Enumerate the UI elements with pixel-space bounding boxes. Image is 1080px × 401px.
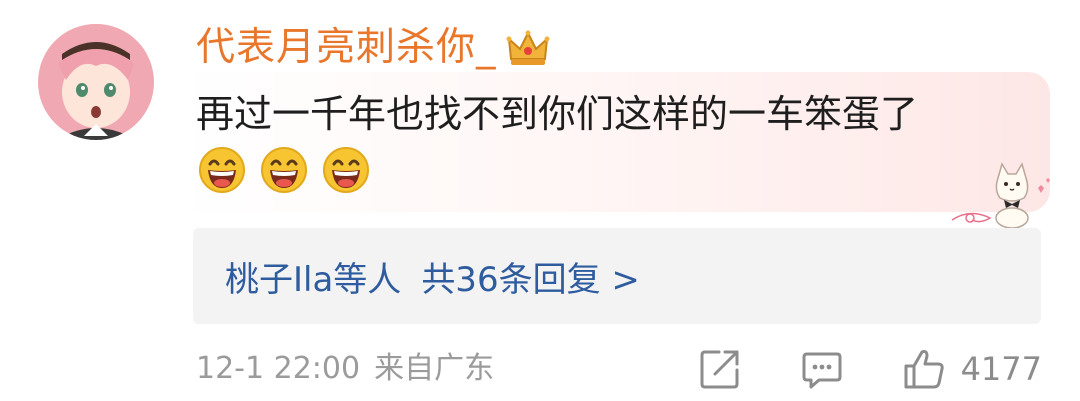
- like-thumb-icon[interactable]: [901, 346, 947, 392]
- share-icon[interactable]: [697, 346, 743, 392]
- comment-icon[interactable]: [799, 346, 845, 392]
- grinning-face-icon: [322, 146, 370, 194]
- comment-card: 代表月亮刺杀你_ 再过一千年也找不到你们这样的一车笨蛋了 桃子Ila等人 共36…: [0, 0, 1080, 401]
- username[interactable]: 代表月亮刺杀你_: [196, 22, 497, 74]
- grinning-face-icon: [260, 146, 308, 194]
- replies-link[interactable]: 桃子Ila等人 共36条回复 >: [193, 228, 1041, 324]
- crown-icon: [505, 25, 551, 71]
- comment-source: 来自广东: [374, 351, 495, 386]
- comment-time: 12-1 22:00: [196, 351, 361, 386]
- reply-authors[interactable]: 桃子Ila等人: [225, 252, 401, 301]
- action-bar: 4177: [697, 346, 1042, 392]
- comment-text: 再过一千年也找不到你们这样的一车笨蛋了: [196, 92, 919, 136]
- cat-sticker-icon: [950, 158, 1056, 230]
- emoji-row: [198, 146, 370, 194]
- reply-count[interactable]: 共36条回复 >: [421, 252, 640, 301]
- avatar[interactable]: [38, 24, 154, 140]
- like-count: 4177: [960, 350, 1042, 388]
- comment-meta: 12-1 22:00 来自广东: [196, 344, 494, 394]
- grinning-face-icon: [198, 146, 246, 194]
- username-row[interactable]: 代表月亮刺杀你_: [196, 22, 551, 74]
